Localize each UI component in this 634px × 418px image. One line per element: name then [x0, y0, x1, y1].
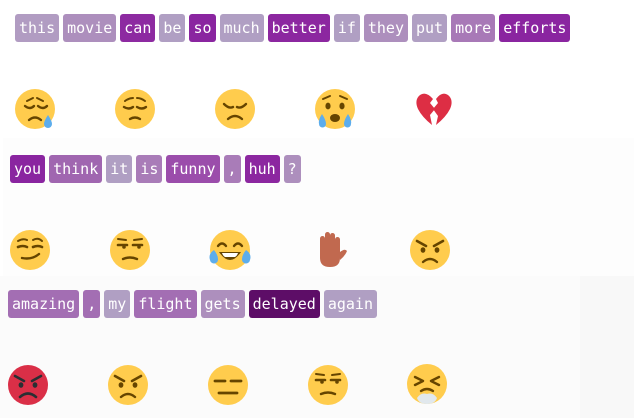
smirking-face-icon: [8, 228, 52, 272]
row-1: this movie can be so much better if they…: [0, 0, 634, 138]
angry-face-icon: [106, 363, 150, 407]
steam-from-nose-face-icon: [405, 362, 449, 406]
unamused-face-icon: [306, 363, 350, 407]
sad-relieved-crying-face-icon: [13, 87, 57, 131]
emoji-list: [0, 0, 634, 138]
pensive-face-icon: [113, 87, 157, 131]
disappointed-face-icon: [213, 87, 257, 131]
row-2: you think it is funny , huh ?: [3, 138, 634, 276]
row-3: amazing , my flight gets delayed again: [0, 276, 580, 418]
expressionless-face-icon: [206, 363, 250, 407]
raised-hand-icon: [308, 226, 352, 270]
emoji-list: [0, 276, 580, 418]
tears-of-joy-face-icon: [208, 228, 252, 272]
crying-face-icon: [313, 87, 357, 131]
emoji-list: [3, 138, 634, 276]
unamused-face-icon: [108, 228, 152, 272]
broken-heart-icon: [412, 87, 456, 131]
pouting-red-face-icon: [6, 363, 50, 407]
angry-face-icon: [408, 228, 452, 272]
empty-cell: [580, 276, 634, 418]
